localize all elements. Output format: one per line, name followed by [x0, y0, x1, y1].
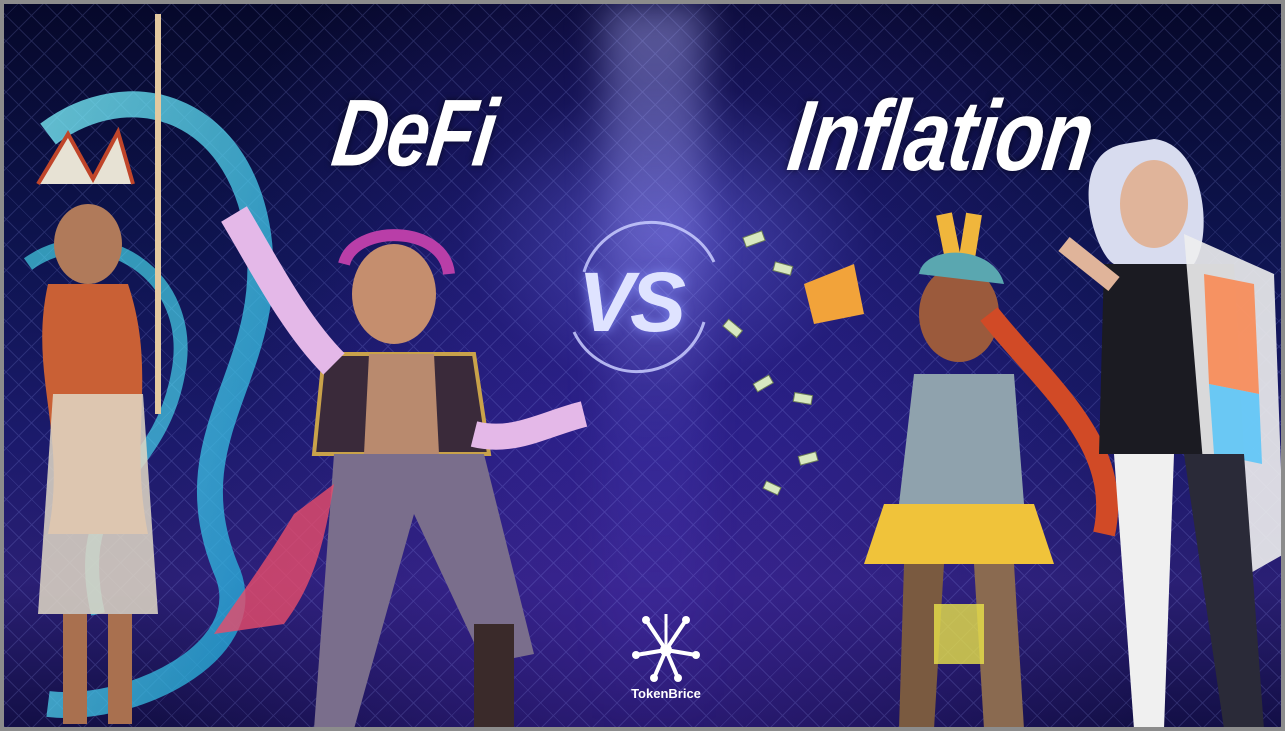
- tokenbrice-logo-icon: [632, 614, 700, 682]
- right-title: Inflation: [782, 79, 1100, 191]
- silver-haired-character: [1058, 139, 1281, 727]
- poster: DeFi Inflation VS TokenBrice: [0, 0, 1285, 731]
- versus-emblem: VS: [564, 212, 724, 382]
- brand-name: TokenBrice: [631, 686, 701, 701]
- versus-text: VS: [578, 255, 686, 349]
- left-title: DeFi: [326, 80, 503, 187]
- brand-logo: TokenBrice: [616, 610, 716, 710]
